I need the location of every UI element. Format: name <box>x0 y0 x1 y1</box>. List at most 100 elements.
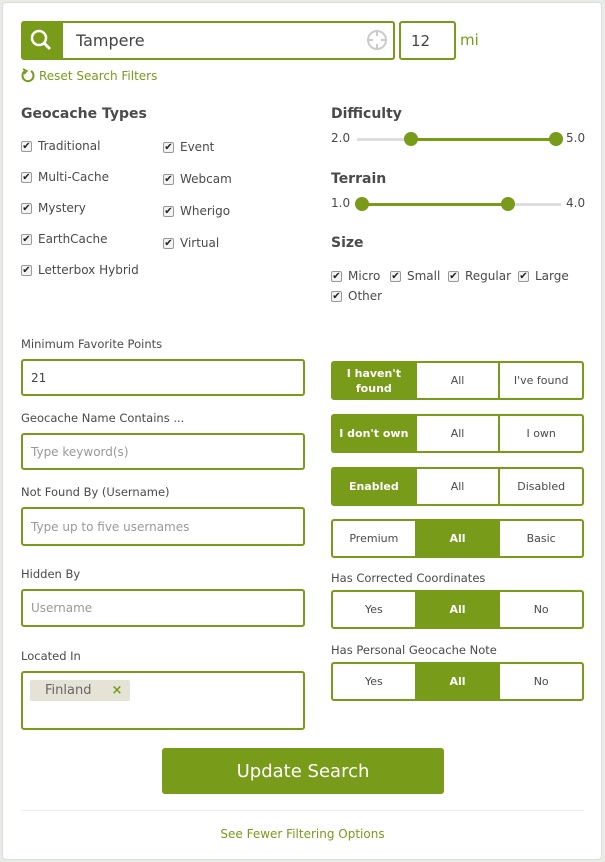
terrain-slider-range <box>362 203 508 206</box>
checkbox-icon[interactable]: ✔ <box>390 270 401 282</box>
checkbox-icon[interactable]: ✔ <box>163 173 174 185</box>
refresh-icon <box>21 68 35 83</box>
type-checkbox[interactable]: ✔ Virtual <box>163 236 219 250</box>
checkbox-icon[interactable]: ✔ <box>331 270 342 282</box>
corrected-option[interactable]: No <box>498 592 582 627</box>
premium-toggle: Premium All Basic <box>331 519 584 558</box>
checkbox-icon[interactable]: ✔ <box>448 270 459 282</box>
location-tag-label: Finland <box>45 683 92 698</box>
own-option[interactable]: All <box>414 416 499 451</box>
own-toggle: I don't own All I own <box>331 414 584 453</box>
not-found-by-input[interactable]: Type up to five usernames <box>21 507 305 546</box>
premium-option[interactable]: Premium <box>333 521 415 556</box>
checkbox-icon[interactable]: ✔ <box>21 171 32 183</box>
size-checkbox[interactable]: ✔ Large <box>518 269 569 283</box>
note-option[interactable]: All <box>414 664 499 699</box>
found-toggle: I haven't found All I've found <box>331 361 584 400</box>
terrain-max: 4.0 <box>566 196 586 210</box>
premium-option[interactable]: All <box>414 521 499 556</box>
premium-option[interactable]: Basic <box>498 521 582 556</box>
remove-tag-icon[interactable]: × <box>111 683 122 698</box>
checkbox-icon[interactable]: ✔ <box>163 237 174 249</box>
found-option[interactable]: All <box>414 363 499 398</box>
type-checkbox[interactable]: ✔ EarthCache <box>21 232 108 246</box>
name-contains-input[interactable]: Type keyword(s) <box>21 433 305 470</box>
own-option[interactable]: I don't own <box>333 416 415 451</box>
size-checkbox[interactable]: ✔ Small <box>390 269 440 283</box>
type-checkbox[interactable]: ✔ Webcam <box>163 172 232 186</box>
search-icon <box>30 29 52 51</box>
found-option[interactable]: I've found <box>498 363 582 398</box>
checkbox-icon[interactable]: ✔ <box>163 205 174 217</box>
type-label: Wherigo <box>180 204 231 218</box>
size-checkbox[interactable]: ✔ Regular <box>448 269 511 283</box>
checkbox-icon[interactable]: ✔ <box>163 141 174 153</box>
located-in-input[interactable]: Finland × <box>21 671 305 730</box>
fav-points-label: Minimum Favorite Points <box>21 337 163 351</box>
type-checkbox[interactable]: ✔ Letterbox Hybrid <box>21 263 139 277</box>
type-label: Multi-Cache <box>38 170 109 184</box>
type-label: Webcam <box>180 172 232 186</box>
found-option[interactable]: I haven't found <box>333 363 415 398</box>
enabled-toggle: Enabled All Disabled <box>331 467 584 506</box>
terrain-max-handle[interactable] <box>500 197 515 211</box>
terrain-heading: Terrain <box>331 171 387 187</box>
hidden-by-input[interactable]: Username <box>21 589 305 627</box>
type-label: Letterbox Hybrid <box>38 263 139 277</box>
size-label: Large <box>535 269 569 283</box>
enabled-option[interactable]: Disabled <box>498 469 582 504</box>
size-heading: Size <box>331 235 364 251</box>
personal-note-toggle: Yes All No <box>331 662 584 701</box>
located-in-label: Located In <box>21 649 81 663</box>
radius-input[interactable]: 12 <box>399 21 456 60</box>
enabled-option[interactable]: All <box>414 469 499 504</box>
corrected-option[interactable]: Yes <box>333 592 415 627</box>
own-option[interactable]: I own <box>498 416 582 451</box>
divider <box>21 810 584 811</box>
locate-me-icon[interactable] <box>366 29 388 51</box>
note-option[interactable]: Yes <box>333 664 415 699</box>
checkbox-icon[interactable]: ✔ <box>21 264 32 276</box>
fav-points-input[interactable]: 21 <box>21 359 305 396</box>
reset-filters-link[interactable]: Reset Search Filters <box>21 68 157 83</box>
size-label: Regular <box>465 269 512 283</box>
size-checkbox[interactable]: ✔ Micro <box>331 269 380 283</box>
terrain-min: 1.0 <box>331 196 351 210</box>
checkbox-icon[interactable]: ✔ <box>331 290 342 302</box>
note-option[interactable]: No <box>498 664 582 699</box>
search-button[interactable] <box>21 21 63 60</box>
size-label: Small <box>407 269 441 283</box>
type-checkbox[interactable]: ✔ Mystery <box>21 201 86 215</box>
terrain-min-handle[interactable] <box>355 197 369 211</box>
location-tag: Finland × <box>30 680 131 701</box>
corrected-option[interactable]: All <box>414 592 499 627</box>
size-label: Other <box>348 289 383 303</box>
corrected-coords-label: Has Corrected Coordinates <box>331 571 486 585</box>
checkbox-icon[interactable]: ✔ <box>21 202 32 214</box>
see-fewer-options-link[interactable]: See Fewer Filtering Options <box>0 827 605 841</box>
checkbox-icon[interactable]: ✔ <box>21 233 32 245</box>
type-label: Traditional <box>38 139 101 153</box>
type-label: Event <box>180 140 215 154</box>
difficulty-max-handle[interactable] <box>549 132 563 146</box>
personal-note-label: Has Personal Geocache Note <box>331 643 497 657</box>
enabled-option[interactable]: Enabled <box>333 469 415 504</box>
radius-unit: mi <box>460 31 479 49</box>
corrected-coords-toggle: Yes All No <box>331 590 584 629</box>
type-checkbox[interactable]: ✔ Wherigo <box>163 204 230 218</box>
size-checkbox[interactable]: ✔ Other <box>331 289 382 303</box>
update-search-button[interactable]: Update Search <box>162 748 444 794</box>
checkbox-icon[interactable]: ✔ <box>21 140 32 152</box>
name-contains-label: Geocache Name Contains ... <box>21 411 185 425</box>
difficulty-heading: Difficulty <box>331 106 402 122</box>
difficulty-min-handle[interactable] <box>403 132 418 146</box>
type-checkbox[interactable]: ✔ Multi-Cache <box>21 170 109 184</box>
type-label: Virtual <box>180 236 220 250</box>
type-checkbox[interactable]: ✔ Event <box>163 140 214 154</box>
type-label: EarthCache <box>38 232 108 246</box>
difficulty-slider-range <box>410 138 556 141</box>
type-checkbox[interactable]: ✔ Traditional <box>21 139 100 153</box>
checkbox-icon[interactable]: ✔ <box>518 270 529 282</box>
location-search-input[interactable]: Tampere <box>62 21 395 60</box>
size-label: Micro <box>348 269 381 283</box>
